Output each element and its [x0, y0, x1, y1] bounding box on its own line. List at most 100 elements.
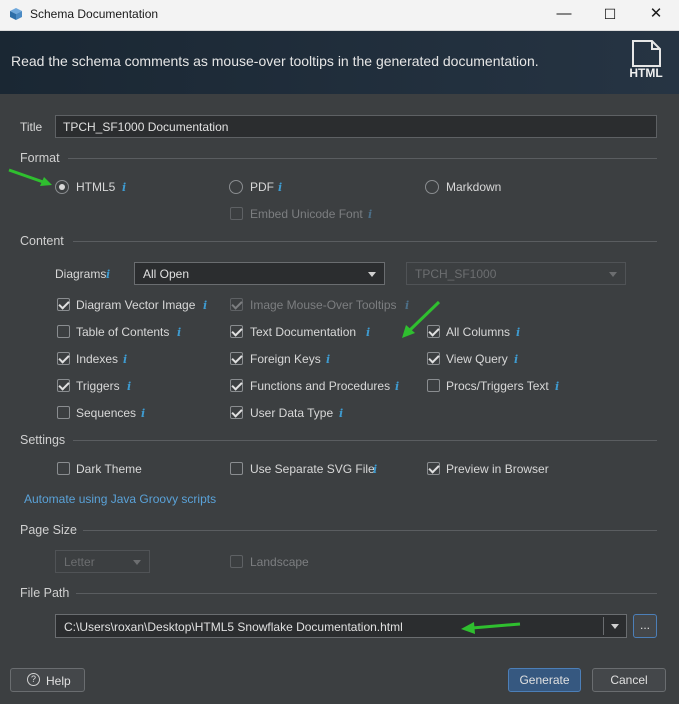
browse-button[interactable]: ...: [633, 614, 657, 638]
table-of-contents-checkbox[interactable]: [57, 325, 70, 338]
window-title: Schema Documentation: [30, 7, 159, 21]
table-of-contents-info-icon[interactable]: i: [177, 326, 181, 339]
settings-divider: [73, 440, 657, 441]
indexes-info-icon[interactable]: i: [123, 353, 127, 366]
help-button[interactable]: ? Help: [10, 668, 85, 692]
maximize-button[interactable]: ☐: [587, 0, 633, 30]
functions-procedures-label: Functions and Procedures: [250, 379, 391, 393]
view-query-checkbox[interactable]: [427, 352, 440, 365]
view-query-label: View Query: [446, 352, 508, 366]
markdown-label: Markdown: [446, 180, 502, 194]
all-columns-info-icon[interactable]: i: [516, 326, 520, 339]
image-mouse-over-label: Image Mouse-Over Tooltips: [250, 298, 397, 312]
diagram-vector-info-icon[interactable]: i: [203, 299, 207, 312]
page-size-section-title: Page Size: [20, 523, 77, 537]
text-documentation-info-icon[interactable]: i: [366, 326, 370, 339]
minimize-button[interactable]: —: [541, 0, 587, 30]
help-icon: ?: [27, 673, 40, 686]
dark-theme-label: Dark Theme: [76, 462, 142, 476]
separate-svg-label: Use Separate SVG File: [250, 462, 375, 476]
annotation-arrow-file-path: [461, 622, 521, 634]
procs-triggers-info-icon[interactable]: i: [555, 380, 559, 393]
diagrams-info-icon[interactable]: i: [106, 268, 110, 281]
groovy-scripts-link[interactable]: Automate using Java Groovy scripts: [24, 492, 216, 506]
functions-procedures-info-icon[interactable]: i: [395, 380, 399, 393]
chevron-down-icon[interactable]: [611, 624, 619, 629]
embed-unicode-font-checkbox[interactable]: [230, 207, 243, 220]
content-divider: [73, 241, 657, 242]
triggers-info-icon[interactable]: i: [127, 380, 131, 393]
chevron-down-icon: [133, 560, 141, 565]
image-mouse-over-checkbox: [230, 298, 243, 311]
page-size-select: Letter: [55, 550, 150, 573]
procs-triggers-text-label: Procs/Triggers Text: [446, 379, 549, 393]
separate-svg-info-icon[interactable]: i: [373, 463, 377, 476]
file-path-divider: [76, 593, 657, 594]
file-path-value: C:\Users\roxan\Desktop\HTML5 Snowflake D…: [64, 620, 403, 634]
sequences-checkbox[interactable]: [57, 406, 70, 419]
foreign-keys-label: Foreign Keys: [250, 352, 321, 366]
markdown-radio[interactable]: [425, 180, 439, 194]
text-documentation-label: Text Documentation: [250, 325, 357, 339]
page-size-divider: [83, 530, 657, 531]
dark-theme-checkbox[interactable]: [57, 462, 70, 475]
help-button-label: Help: [46, 674, 71, 688]
close-button[interactable]: ✕: [633, 0, 679, 30]
triggers-label: Triggers: [76, 379, 120, 393]
table-of-contents-label: Table of Contents: [76, 325, 170, 339]
chevron-down-icon: [368, 272, 376, 277]
indexes-checkbox[interactable]: [57, 352, 70, 365]
app-icon: [10, 8, 22, 20]
title-input[interactable]: TPCH_SF1000 Documentation: [55, 115, 657, 138]
indexes-label: Indexes: [76, 352, 119, 366]
format-divider: [68, 158, 657, 159]
html-document-icon: HTML: [626, 40, 666, 82]
generate-button[interactable]: Generate: [508, 668, 581, 692]
diagram-vector-image-label: Diagram Vector Image: [76, 298, 196, 312]
banner-description: Read the schema comments as mouse-over t…: [11, 53, 539, 69]
triggers-checkbox[interactable]: [57, 379, 70, 392]
all-columns-checkbox[interactable]: [427, 325, 440, 338]
html5-radio[interactable]: [55, 180, 69, 194]
html-icon-label: HTML: [629, 66, 663, 80]
sequences-info-icon[interactable]: i: [141, 407, 145, 420]
functions-procedures-checkbox[interactable]: [230, 379, 243, 392]
content-section-title: Content: [20, 234, 64, 248]
preview-in-browser-label: Preview in Browser: [446, 462, 549, 476]
html5-info-icon[interactable]: i: [122, 181, 126, 194]
user-data-type-info-icon[interactable]: i: [339, 407, 343, 420]
format-section-title: Format: [20, 151, 60, 165]
preview-in-browser-checkbox[interactable]: [427, 462, 440, 475]
foreign-keys-info-icon[interactable]: i: [326, 353, 330, 366]
schema-select: TPCH_SF1000: [406, 262, 626, 285]
title-label: Title: [20, 120, 43, 134]
landscape-checkbox: [230, 555, 243, 568]
cancel-button[interactable]: Cancel: [592, 668, 666, 692]
procs-triggers-text-checkbox[interactable]: [427, 379, 440, 392]
text-documentation-checkbox[interactable]: [230, 325, 243, 338]
diagrams-label: Diagrams: [55, 267, 107, 281]
diagrams-select-value: All Open: [143, 267, 190, 281]
sequences-label: Sequences: [76, 406, 137, 420]
user-data-type-checkbox[interactable]: [230, 406, 243, 419]
page-size-select-value: Letter: [64, 555, 95, 569]
all-columns-label: All Columns: [446, 325, 511, 339]
separate-svg-checkbox[interactable]: [230, 462, 243, 475]
landscape-label: Landscape: [250, 555, 309, 569]
pdf-radio[interactable]: [229, 180, 243, 194]
html5-label: HTML5: [76, 180, 116, 194]
diagram-vector-image-checkbox[interactable]: [57, 298, 70, 311]
view-query-info-icon[interactable]: i: [514, 353, 518, 366]
foreign-keys-checkbox[interactable]: [230, 352, 243, 365]
file-path-combo-divider: [603, 617, 604, 635]
annotation-arrow-html5: [8, 168, 52, 186]
chevron-down-icon: [609, 272, 617, 277]
pdf-label: PDF: [250, 180, 274, 194]
file-path-section-title: File Path: [20, 586, 70, 600]
schema-select-value: TPCH_SF1000: [415, 267, 497, 281]
embed-unicode-info-icon: i: [368, 208, 373, 221]
file-path-input[interactable]: C:\Users\roxan\Desktop\HTML5 Snowflake D…: [55, 614, 627, 638]
diagrams-select[interactable]: All Open: [134, 262, 385, 285]
settings-section-title: Settings: [20, 433, 66, 447]
pdf-info-icon[interactable]: i: [278, 181, 282, 194]
